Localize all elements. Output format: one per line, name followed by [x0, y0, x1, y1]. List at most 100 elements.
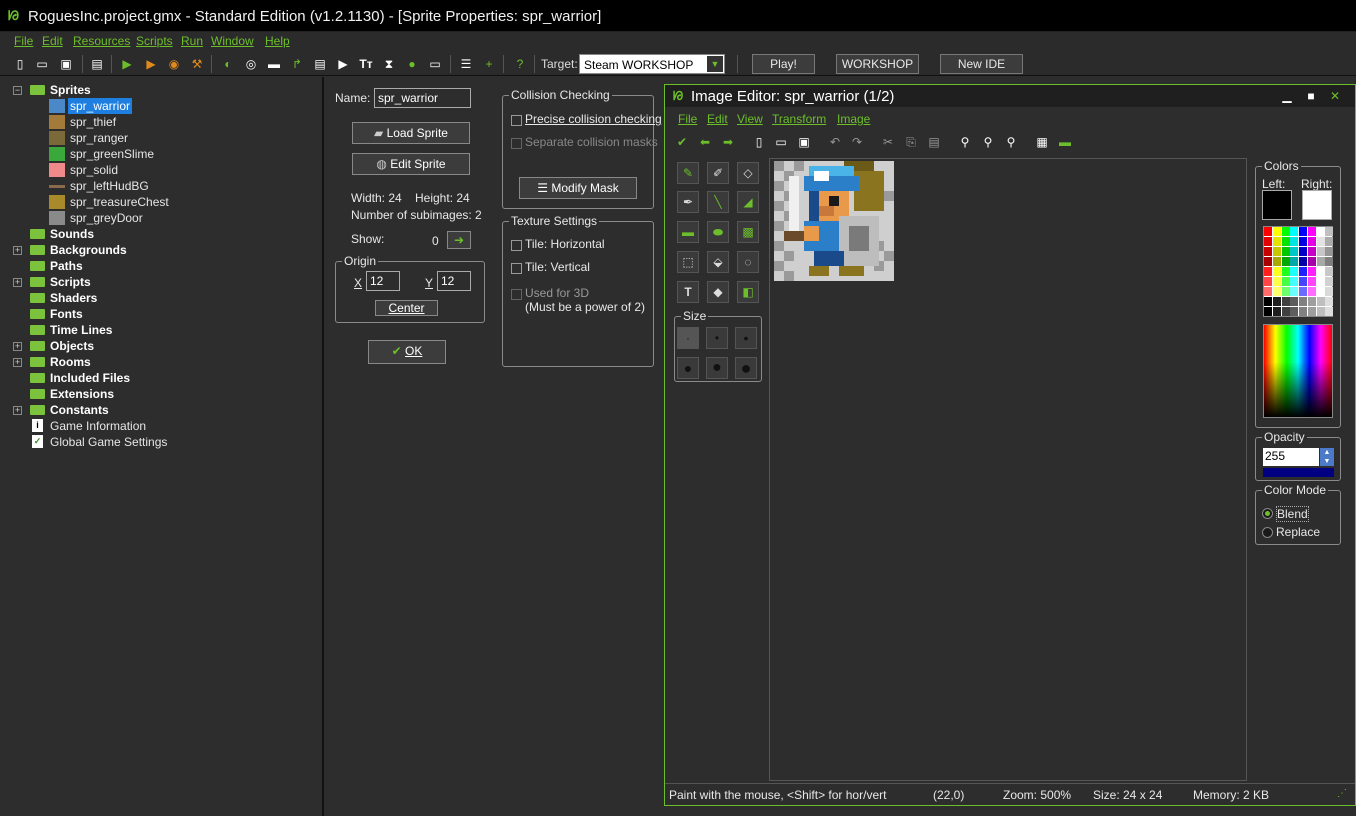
next-subimage-button[interactable]: ➜	[447, 231, 471, 249]
palette-swatch[interactable]	[1272, 287, 1281, 296]
tile-horizontal-checkbox[interactable]	[511, 240, 522, 251]
palette-swatch[interactable]	[1325, 237, 1334, 246]
color-palette[interactable]	[1263, 226, 1334, 317]
size-1-option[interactable]: ·	[677, 327, 699, 349]
palette-swatch[interactable]	[1290, 247, 1299, 256]
cut-icon[interactable]: ✂	[880, 134, 896, 150]
size-2-option[interactable]: •	[706, 327, 728, 349]
add-timeline-icon[interactable]: ⧗	[381, 56, 397, 72]
select-tool[interactable]: ⬚	[677, 251, 699, 273]
chevron-up-icon[interactable]: ▲	[1324, 449, 1331, 456]
tree-folder-sounds[interactable]: Sounds	[0, 226, 320, 242]
save-image-icon[interactable]: ▣	[796, 134, 812, 150]
palette-swatch[interactable]	[1316, 307, 1325, 316]
add-font-icon[interactable]: Tт	[358, 56, 374, 72]
palette-swatch[interactable]	[1264, 277, 1272, 286]
menu-resources[interactable]: Resources	[73, 34, 130, 48]
palette-swatch[interactable]	[1299, 237, 1307, 246]
tree-folder-scripts[interactable]: + Scripts	[0, 274, 320, 290]
palette-swatch[interactable]	[1281, 237, 1290, 246]
collapse-icon[interactable]: −	[13, 86, 22, 95]
palette-swatch[interactable]	[1299, 277, 1307, 286]
maximize-icon[interactable]: ■	[1303, 89, 1319, 103]
tree-folder-included-files[interactable]: Included Files	[0, 370, 320, 386]
palette-swatch[interactable]	[1316, 257, 1325, 266]
add-room-icon[interactable]: ▭	[427, 56, 443, 72]
menu-edit[interactable]: Edit	[42, 34, 63, 48]
opacity-input[interactable]: 255	[1263, 448, 1319, 466]
palette-swatch[interactable]	[1281, 287, 1290, 296]
tree-folder-backgrounds[interactable]: + Backgrounds	[0, 242, 320, 258]
modify-mask-button[interactable]: ☰ Modify Mask	[519, 177, 637, 199]
palette-swatch[interactable]	[1299, 227, 1307, 236]
palette-swatch[interactable]	[1264, 257, 1272, 266]
lasso-tool[interactable]: ◌	[737, 251, 759, 273]
tree-folder-extensions[interactable]: Extensions	[0, 386, 320, 402]
palette-swatch[interactable]	[1272, 257, 1281, 266]
polygon-tool[interactable]: ◢	[737, 191, 759, 213]
tree-item-spr-greenslime[interactable]: spr_greenSlime	[0, 146, 320, 162]
grid-icon[interactable]: ▦	[1034, 134, 1050, 150]
tree-item-game-information[interactable]: i Game Information	[0, 418, 320, 434]
eraser-tool[interactable]: ◇	[737, 162, 759, 184]
tile-vertical-checkbox[interactable]	[511, 263, 522, 274]
palette-swatch[interactable]	[1299, 307, 1307, 316]
ie-menu-view[interactable]: View	[737, 112, 763, 126]
tree-item-spr-treasurechest[interactable]: spr_treasureChest	[0, 194, 320, 210]
help-icon[interactable]: ?	[512, 56, 528, 72]
palette-swatch[interactable]	[1307, 237, 1316, 246]
spray-tool[interactable]: ✐	[707, 162, 729, 184]
palette-swatch[interactable]	[1272, 247, 1281, 256]
chevron-down-icon[interactable]: ▼	[1324, 458, 1331, 465]
palette-swatch[interactable]	[1264, 307, 1272, 316]
expand-icon[interactable]: +	[13, 278, 22, 287]
run-icon[interactable]: ▶	[119, 56, 135, 72]
image-icon[interactable]: ▬	[1057, 134, 1073, 150]
right-color-swatch[interactable]	[1302, 190, 1332, 220]
menu-window[interactable]: Window	[211, 34, 254, 48]
palette-swatch[interactable]	[1264, 297, 1272, 306]
palette-swatch[interactable]	[1264, 287, 1272, 296]
palette-swatch[interactable]	[1272, 277, 1281, 286]
palette-swatch[interactable]	[1281, 227, 1290, 236]
tree-item-spr-ranger[interactable]: spr_ranger	[0, 130, 320, 146]
add-sprite-icon[interactable]: ◐	[220, 56, 236, 72]
palette-swatch[interactable]	[1325, 227, 1334, 236]
list-icon[interactable]: ☰	[458, 56, 474, 72]
add-script-icon[interactable]: ▤	[312, 56, 328, 72]
arrow-right-icon[interactable]: ➡	[720, 134, 736, 150]
palette-swatch[interactable]	[1307, 257, 1316, 266]
palette-swatch[interactable]	[1272, 297, 1281, 306]
color-spectrum[interactable]	[1263, 324, 1333, 418]
palette-swatch[interactable]	[1307, 287, 1316, 296]
palette-swatch[interactable]	[1307, 277, 1316, 286]
add-shader-icon[interactable]: ▶	[335, 56, 351, 72]
add-path-icon[interactable]: ↱	[289, 56, 305, 72]
target-select[interactable]: Steam WORKSHOP ▼	[579, 54, 725, 74]
minimize-icon[interactable]: ▁	[1279, 89, 1295, 103]
palette-swatch[interactable]	[1290, 297, 1299, 306]
palette-swatch[interactable]	[1325, 247, 1334, 256]
palette-swatch[interactable]	[1316, 267, 1325, 276]
ok-button[interactable]: ✔ OK	[368, 340, 446, 364]
tree-folder-paths[interactable]: Paths	[0, 258, 320, 274]
paste-icon[interactable]: ▤	[926, 134, 942, 150]
palette-swatch[interactable]	[1264, 237, 1272, 246]
menu-scripts[interactable]: Scripts	[136, 34, 173, 48]
palette-swatch[interactable]	[1325, 307, 1334, 316]
size-6-option[interactable]: ●	[735, 357, 757, 379]
left-color-swatch[interactable]	[1262, 190, 1292, 220]
publish-icon[interactable]: ▤	[89, 56, 105, 72]
palette-swatch[interactable]	[1272, 227, 1281, 236]
line-tool[interactable]: ╲	[707, 191, 729, 213]
palette-swatch[interactable]	[1299, 257, 1307, 266]
open-folder-icon[interactable]: ▭	[34, 56, 50, 72]
palette-swatch[interactable]	[1290, 307, 1299, 316]
ie-menu-file[interactable]: File	[678, 112, 697, 126]
ie-menu-transform[interactable]: Transform	[772, 112, 826, 126]
size-5-option[interactable]: ●	[706, 357, 728, 379]
tree-folder-sprites[interactable]: − Sprites	[0, 82, 320, 98]
palette-swatch[interactable]	[1325, 297, 1334, 306]
palette-swatch[interactable]	[1325, 277, 1334, 286]
new-image-icon[interactable]: ▯	[751, 134, 767, 150]
